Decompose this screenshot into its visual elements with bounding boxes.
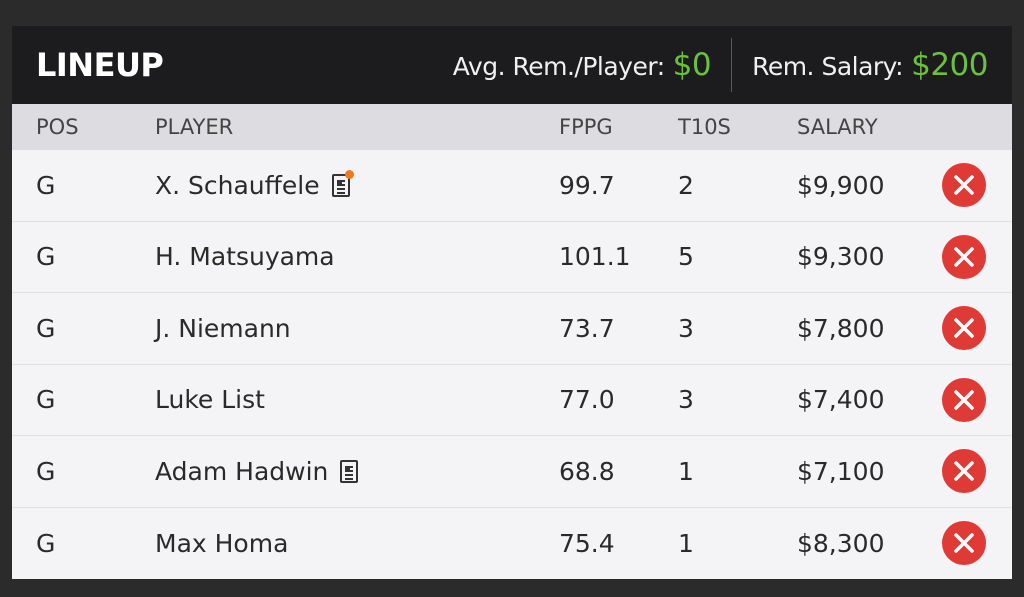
row-fppg: 75.4 xyxy=(559,528,615,558)
row-pos: G xyxy=(36,313,56,343)
row-t10s: 5 xyxy=(678,242,694,272)
row-t10s: 2 xyxy=(678,170,694,200)
remove-player-cell xyxy=(942,365,986,436)
row-player: Adam Hadwin xyxy=(155,436,359,507)
remove-player-button[interactable] xyxy=(942,234,986,279)
close-icon xyxy=(954,175,974,195)
news-icon[interactable] xyxy=(340,459,359,483)
close-icon xyxy=(954,390,974,410)
row-pos: G xyxy=(36,385,56,415)
column-header-fppg[interactable]: FPPG xyxy=(559,104,613,150)
remove-player-button[interactable] xyxy=(942,306,986,351)
player-name[interactable]: H. Matsuyama xyxy=(155,242,335,271)
row-salary: $8,300 xyxy=(797,528,885,558)
close-icon xyxy=(954,247,974,267)
close-icon xyxy=(954,461,974,481)
remaining-salary-value: $200 xyxy=(911,47,988,83)
row-pos: G xyxy=(36,242,56,272)
row-salary: $9,900 xyxy=(797,170,885,200)
table-row: G J. Niemann 73.7 3 $7,800 xyxy=(12,293,1012,365)
row-t10s: 3 xyxy=(678,313,694,343)
row-t10s: 1 xyxy=(678,528,694,558)
row-t10s: 3 xyxy=(678,385,694,415)
remove-player-button[interactable] xyxy=(942,377,986,422)
row-player: H. Matsuyama xyxy=(155,222,335,293)
row-player: Max Homa xyxy=(155,508,288,580)
header-stats: Avg. Rem./Player: $0 Rem. Salary: $200 xyxy=(453,38,988,92)
close-icon xyxy=(954,533,974,553)
row-fppg: 68.8 xyxy=(559,456,615,486)
player-name[interactable]: Max Homa xyxy=(155,529,288,558)
row-salary: $9,300 xyxy=(797,242,885,272)
table-row: G Adam Hadwin 68.8 1 $7,100 xyxy=(12,436,1012,508)
remove-player-cell xyxy=(942,222,986,293)
player-name[interactable]: J. Niemann xyxy=(155,314,291,343)
row-pos: G xyxy=(36,170,56,200)
column-header-player[interactable]: PLAYER xyxy=(155,104,233,150)
column-header-salary[interactable]: SALARY xyxy=(797,104,878,150)
row-fppg: 99.7 xyxy=(559,170,615,200)
row-fppg: 73.7 xyxy=(559,313,615,343)
remove-player-cell xyxy=(942,150,986,221)
remaining-salary-stat: Rem. Salary: $200 xyxy=(752,47,988,83)
remaining-salary-label: Rem. Salary: xyxy=(752,52,904,81)
close-icon xyxy=(954,318,974,338)
avg-remaining-label: Avg. Rem./Player: xyxy=(452,52,665,81)
lineup-title: LINEUP xyxy=(36,46,164,84)
table-row: G Luke List 77.0 3 $7,400 xyxy=(12,365,1012,436)
remove-player-cell xyxy=(942,293,986,364)
player-name[interactable]: Adam Hadwin xyxy=(155,457,328,486)
avg-remaining-stat: Avg. Rem./Player: $0 xyxy=(452,47,712,83)
news-alert-dot xyxy=(344,169,354,179)
remove-player-button[interactable] xyxy=(942,163,986,208)
row-player: Luke List xyxy=(155,365,265,436)
row-player: J. Niemann xyxy=(155,293,291,364)
lineup-header: LINEUP Avg. Rem./Player: $0 Rem. Salary:… xyxy=(12,26,1012,104)
remove-player-cell xyxy=(942,508,986,580)
row-t10s: 1 xyxy=(678,456,694,486)
lineup-rows: G X. Schauffele 99.7 2 $9,900 G H. Matsu… xyxy=(12,150,1012,579)
table-row: G Max Homa 75.4 1 $8,300 xyxy=(12,508,1012,580)
column-header-pos[interactable]: POS xyxy=(36,104,79,150)
news-icon[interactable] xyxy=(331,169,354,197)
lineup-panel: LINEUP Avg. Rem./Player: $0 Rem. Salary:… xyxy=(12,26,1012,579)
remove-player-cell xyxy=(942,436,986,507)
avg-remaining-value: $0 xyxy=(672,47,712,83)
row-salary: $7,800 xyxy=(797,313,885,343)
column-header-row: POS PLAYER FPPG T10S SALARY xyxy=(12,104,1012,150)
table-row: G H. Matsuyama 101.1 5 $9,300 xyxy=(12,222,1012,293)
row-pos: G xyxy=(36,456,56,486)
row-player: X. Schauffele xyxy=(155,150,354,221)
row-salary: $7,100 xyxy=(797,456,885,486)
header-divider xyxy=(731,38,733,92)
row-fppg: 101.1 xyxy=(559,242,631,272)
row-pos: G xyxy=(36,528,56,558)
player-name[interactable]: X. Schauffele xyxy=(155,171,320,200)
column-header-t10s[interactable]: T10S xyxy=(678,104,731,150)
remove-player-button[interactable] xyxy=(942,521,986,566)
row-fppg: 77.0 xyxy=(559,385,615,415)
table-row: G X. Schauffele 99.7 2 $9,900 xyxy=(12,150,1012,222)
row-salary: $7,400 xyxy=(797,385,885,415)
remove-player-button[interactable] xyxy=(942,449,986,494)
player-name[interactable]: Luke List xyxy=(155,385,265,414)
